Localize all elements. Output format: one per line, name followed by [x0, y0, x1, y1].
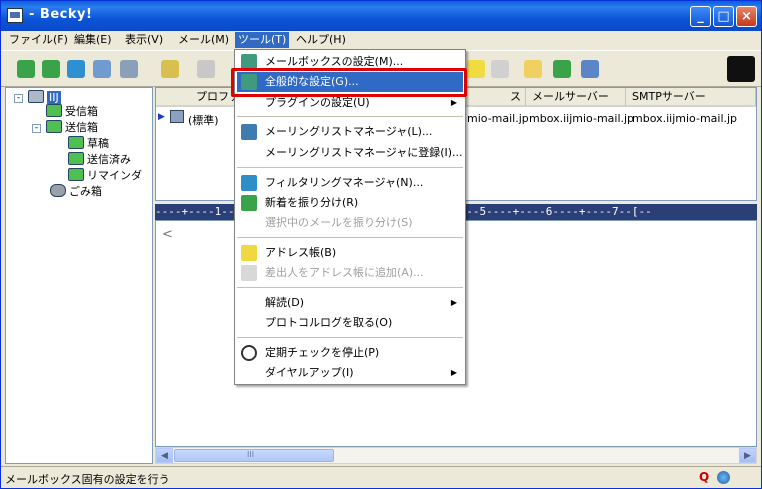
scroll-thumb[interactable]: III: [174, 449, 334, 462]
mailbox-tree[interactable]: - IIJ 受信箱 - 送信箱 草稿 送信済み リマインダ ごみ箱: [5, 87, 153, 464]
collapse-outbox-icon[interactable]: -: [32, 124, 41, 133]
outbox-folder-icon: [46, 120, 62, 133]
add-sender-icon: [241, 265, 257, 281]
cell-mail-server[interactable]: mbox.iijmio-mail.jp: [529, 112, 634, 125]
scroll-left-button[interactable]: ◀: [156, 448, 173, 463]
menu-item-address-book[interactable]: アドレス帳(B): [237, 243, 463, 263]
column-smtp-server[interactable]: SMTPサーバー: [626, 88, 756, 107]
tree-item-label: リマインダ: [87, 169, 142, 182]
mailing-list-icon: [241, 124, 257, 140]
submenu-arrow-icon: ▶: [450, 298, 457, 307]
menu-item-mailing-list-register[interactable]: メーリングリストマネージャに登録(I)...: [237, 143, 463, 163]
column-mail-server[interactable]: メールサーバー: [526, 88, 626, 107]
receive-icon[interactable]: [42, 60, 60, 78]
tree-item-inbox[interactable]: 受信箱: [46, 104, 98, 120]
tree-item-drafts[interactable]: 草稿: [68, 136, 109, 152]
status-text: メールボックス固有の設定を行う: [5, 473, 170, 486]
collapse-root-icon[interactable]: -: [14, 94, 23, 103]
preview-caret: <: [162, 227, 173, 242]
menu-item-filtering-manager[interactable]: フィルタリングマネージャ(N)...: [237, 173, 463, 193]
inbox-folder-icon: [46, 104, 62, 117]
cell-smtp-server[interactable]: mbox.iijmio-mail.jp: [632, 112, 737, 125]
reminder-folder-icon: [68, 168, 84, 181]
filter-icon: [241, 175, 257, 191]
timer-icon: [241, 345, 257, 361]
sent-folder-icon: [68, 152, 84, 165]
address-book-toolbar-icon[interactable]: [467, 60, 485, 78]
tree-item-sent[interactable]: 送信済み: [68, 152, 131, 168]
tree-item-reminder[interactable]: リマインダ: [68, 168, 142, 184]
menu-mail[interactable]: メール(M): [175, 32, 232, 48]
maximize-button[interactable]: □: [713, 6, 734, 27]
edit-toolbar-icon[interactable]: [491, 60, 509, 78]
reply-icon[interactable]: [197, 60, 215, 78]
close-button[interactable]: ×: [736, 6, 757, 27]
scroll-grip: III: [247, 450, 255, 459]
sort-icon[interactable]: [553, 60, 571, 78]
horizontal-scrollbar[interactable]: ◀ III ▶: [155, 447, 757, 464]
send-receive-icon[interactable]: [93, 60, 111, 78]
folder-icon[interactable]: [524, 60, 542, 78]
tree-item-label: 送信箱: [65, 121, 98, 134]
menu-item-dialup[interactable]: ダイヤルアップ(I) ▶: [237, 363, 463, 383]
menu-file[interactable]: ファイル(F): [6, 32, 71, 48]
drafts-folder-icon: [68, 136, 84, 149]
menu-item-mailing-list-manager[interactable]: メーリングリストマネージャ(L)...: [237, 122, 463, 142]
main-window: - Becky! _ □ × ファイル(F) 編集(E) 表示(V) メール(M…: [0, 0, 762, 489]
tools-menu: メールボックスの設定(M)... 全般的な設定(G)... プラグインの設定(U…: [234, 49, 466, 385]
globe-icon[interactable]: [717, 471, 730, 484]
window-title: - Becky!: [29, 7, 93, 22]
highlight-frame: [231, 68, 467, 97]
status-bar: メールボックス固有の設定を行う Q: [1, 466, 761, 488]
send-icon[interactable]: [67, 60, 85, 78]
menu-item-sort-selected[interactable]: 選択中のメールを振り分け(S): [237, 213, 463, 233]
minimize-button[interactable]: _: [690, 6, 711, 27]
check-mail-icon[interactable]: [17, 60, 35, 78]
address-book-icon: [241, 245, 257, 261]
menu-separator: [237, 237, 463, 238]
tree-item-label: 受信箱: [65, 105, 98, 118]
app-icon[interactable]: [7, 8, 23, 23]
tree-item-trash[interactable]: ごみ箱: [50, 184, 102, 200]
tree-item-label: 草稿: [87, 137, 109, 150]
computer-icon: [170, 110, 184, 123]
menu-item-add-sender[interactable]: 差出人をアドレス帳に追加(A)...: [237, 263, 463, 283]
menu-tools[interactable]: ツール(T): [235, 32, 290, 48]
column-profile[interactable]: プロファ: [156, 88, 236, 107]
compose-icon[interactable]: [161, 60, 179, 78]
mailbox-icon: [28, 90, 44, 103]
menu-bar: ファイル(F) 編集(E) 表示(V) メール(M) ツール(T) ヘルプ(H): [1, 31, 761, 49]
menu-item-sort-new[interactable]: 新着を振り分け(R): [237, 193, 463, 213]
menu-item-protocol-log[interactable]: プロトコルログを取る(O): [237, 313, 463, 333]
cell-address[interactable]: mio-mail.jp: [467, 112, 529, 125]
status-q-icon[interactable]: Q: [699, 470, 711, 484]
new-mail-indicator-icon[interactable]: [727, 56, 755, 82]
tree-item-label: ごみ箱: [69, 185, 102, 198]
tree-root-label: IIJ: [47, 91, 61, 104]
menu-help[interactable]: ヘルプ(H): [293, 32, 349, 48]
title-bar[interactable]: - Becky! _ □ ×: [1, 1, 761, 31]
cell-profile[interactable]: (標準): [188, 112, 219, 128]
sort-new-icon: [241, 195, 257, 211]
scroll-right-button[interactable]: ▶: [739, 448, 756, 463]
tree-item-label: 送信済み: [87, 153, 131, 166]
menu-edit[interactable]: 編集(E): [71, 32, 115, 48]
menu-separator: [237, 287, 463, 288]
menu-separator: [237, 337, 463, 338]
connect-icon[interactable]: [120, 60, 138, 78]
tree-item-outbox[interactable]: 送信箱: [46, 120, 98, 136]
trash-icon: [50, 184, 66, 197]
menu-item-stop-periodic-check[interactable]: 定期チェックを停止(P): [237, 343, 463, 363]
menu-item-decode[interactable]: 解読(D) ▶: [237, 293, 463, 313]
layout-icon[interactable]: [581, 60, 599, 78]
menu-separator: [237, 167, 463, 168]
row-pointer-icon: ▶: [158, 112, 165, 122]
menu-view[interactable]: 表示(V): [122, 32, 166, 48]
submenu-arrow-icon: ▶: [450, 368, 457, 377]
menu-separator: [237, 116, 463, 117]
